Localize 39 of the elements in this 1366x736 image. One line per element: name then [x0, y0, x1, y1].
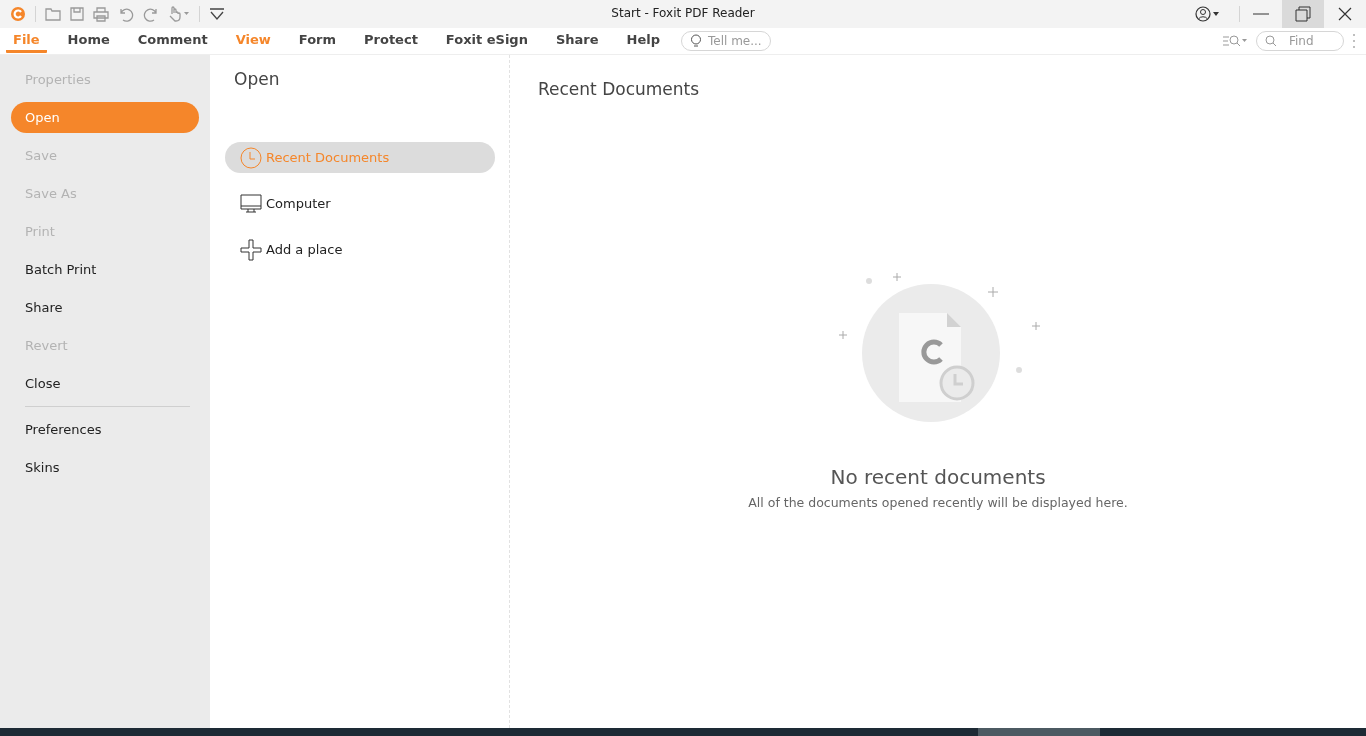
- menu-tab[interactable]: Foxit eSign: [438, 29, 535, 53]
- restore-icon: [1295, 6, 1311, 22]
- minimize-icon: [1253, 13, 1269, 15]
- empty-title: No recent documents: [830, 465, 1046, 489]
- empty-message: All of the documents opened recently will be displayed here.: [748, 495, 1128, 510]
- save-icon[interactable]: [70, 7, 84, 21]
- close-icon: [1338, 7, 1352, 21]
- sidebar-item[interactable]: Batch Print: [11, 254, 199, 285]
- menu-tab[interactable]: Form: [291, 29, 344, 53]
- undo-icon[interactable]: [118, 6, 134, 22]
- hand-icon[interactable]: [168, 6, 190, 22]
- sidebar-item[interactable]: Share: [11, 292, 199, 323]
- section-title: Recent Documents: [538, 79, 701, 101]
- sidebar-item[interactable]: Skins: [11, 452, 199, 483]
- place-item[interactable]: Computer: [225, 188, 495, 219]
- sidebar-item[interactable]: Close: [11, 368, 199, 399]
- window-title: Start - Foxit PDF Reader: [611, 6, 755, 20]
- menu-tab[interactable]: Home: [60, 29, 117, 53]
- menu-tab[interactable]: Comment: [130, 29, 215, 53]
- sidebar-item[interactable]: Preferences: [11, 414, 199, 445]
- plus-icon: [240, 238, 262, 261]
- customize-icon[interactable]: [209, 7, 225, 21]
- lightbulb-icon: [690, 34, 702, 48]
- search-options-icon[interactable]: [1222, 34, 1248, 48]
- place-item[interactable]: Add a place: [225, 234, 495, 265]
- folder-icon[interactable]: [45, 7, 61, 21]
- redo-icon[interactable]: [143, 6, 159, 22]
- restore-button[interactable]: [1282, 0, 1324, 28]
- account-button[interactable]: [1195, 6, 1221, 22]
- menu-tab[interactable]: Help: [619, 29, 667, 53]
- more-options-icon[interactable]: [1352, 33, 1356, 49]
- menu-tab[interactable]: Share: [548, 29, 606, 53]
- menu-tab[interactable]: Protect: [357, 29, 425, 53]
- print-icon[interactable]: [93, 6, 109, 22]
- monitor-icon: [240, 193, 262, 214]
- app-logo-icon[interactable]: [10, 6, 26, 22]
- panel-title: Open: [233, 69, 281, 91]
- clock-icon: [240, 146, 262, 169]
- search-icon: [1265, 35, 1277, 47]
